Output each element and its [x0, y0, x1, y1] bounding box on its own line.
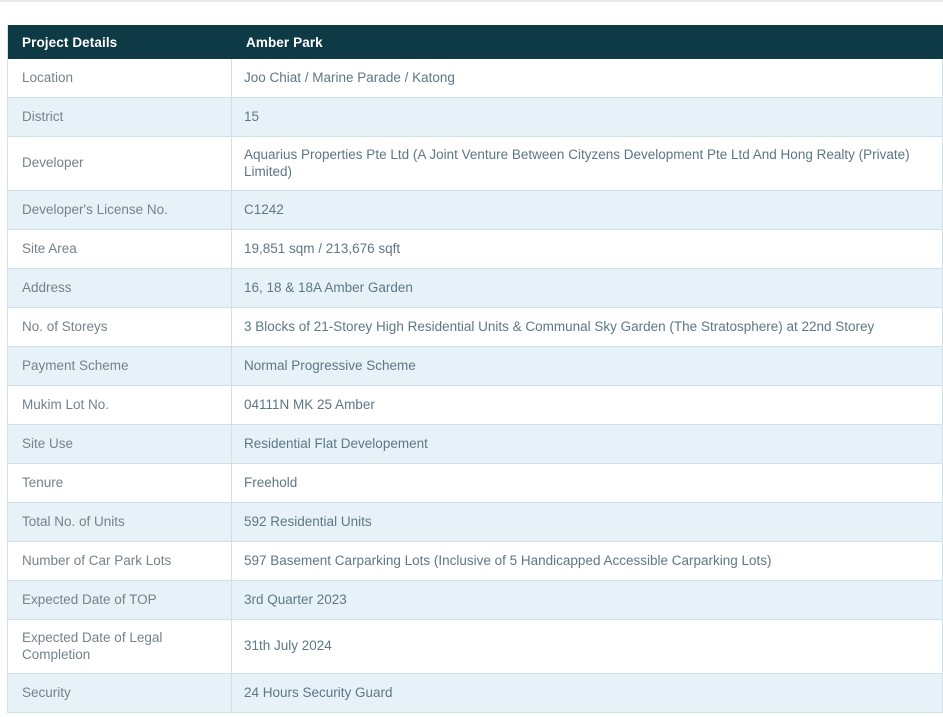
- row-label: Developer: [8, 137, 232, 190]
- row-label: Site Use: [8, 425, 232, 463]
- row-value: 31th July 2024: [232, 620, 942, 673]
- row-value: 3rd Quarter 2023: [232, 581, 942, 619]
- row-label: District: [8, 98, 232, 136]
- table-row: Site Area 19,851 sqm / 213,676 sqft: [8, 230, 943, 269]
- row-label: Expected Date of TOP: [8, 581, 232, 619]
- row-label: Total No. of Units: [8, 503, 232, 541]
- table-row: Security 24 Hours Security Guard: [8, 674, 943, 713]
- table-header-project-name: Amber Park: [232, 26, 943, 59]
- row-value: Freehold: [232, 464, 942, 502]
- table-header-row: Project Details Amber Park: [8, 25, 943, 59]
- table-row: Developer Aquarius Properties Pte Ltd (A…: [8, 137, 943, 191]
- row-value: 04111N MK 25 Amber: [232, 386, 942, 424]
- table-row: Address 16, 18 & 18A Amber Garden: [8, 269, 943, 308]
- row-value: Aquarius Properties Pte Ltd (A Joint Ven…: [232, 137, 942, 190]
- row-value: 592 Residential Units: [232, 503, 942, 541]
- table-row: Number of Car Park Lots 597 Basement Car…: [8, 542, 943, 581]
- table-row: Location Joo Chiat / Marine Parade / Kat…: [8, 59, 943, 98]
- row-value: 3 Blocks of 21-Storey High Residential U…: [232, 308, 942, 346]
- table-row: Developer's License No. C1242: [8, 191, 943, 230]
- row-value: 19,851 sqm / 213,676 sqft: [232, 230, 942, 268]
- row-value: 24 Hours Security Guard: [232, 674, 942, 712]
- row-value: Normal Progressive Scheme: [232, 347, 942, 385]
- row-value: C1242: [232, 191, 942, 229]
- table-row: Tenure Freehold: [8, 464, 943, 503]
- row-label: Number of Car Park Lots: [8, 542, 232, 580]
- row-value: 16, 18 & 18A Amber Garden: [232, 269, 942, 307]
- table-row: Site Use Residential Flat Developement: [8, 425, 943, 464]
- table-row: District 15: [8, 98, 943, 137]
- row-label: Address: [8, 269, 232, 307]
- row-label: Mukim Lot No.: [8, 386, 232, 424]
- table-row: Total No. of Units 592 Residential Units: [8, 503, 943, 542]
- table-row: Payment Scheme Normal Progressive Scheme: [8, 347, 943, 386]
- page-top-rule: [0, 0, 943, 2]
- row-label: Developer's License No.: [8, 191, 232, 229]
- row-label: Security: [8, 674, 232, 712]
- row-value: Residential Flat Developement: [232, 425, 942, 463]
- row-value: Joo Chiat / Marine Parade / Katong: [232, 59, 942, 97]
- row-label: Expected Date of Legal Completion: [8, 620, 232, 673]
- table-header-project-details: Project Details: [8, 26, 232, 59]
- row-label: No. of Storeys: [8, 308, 232, 346]
- table-body: Location Joo Chiat / Marine Parade / Kat…: [8, 59, 943, 713]
- row-label: Site Area: [8, 230, 232, 268]
- table-row: Expected Date of Legal Completion 31th J…: [8, 620, 943, 674]
- table-row: Expected Date of TOP 3rd Quarter 2023: [8, 581, 943, 620]
- row-label: Payment Scheme: [8, 347, 232, 385]
- row-label: Location: [8, 59, 232, 97]
- row-value: 15: [232, 98, 942, 136]
- project-details-table: Project Details Amber Park Location Joo …: [7, 25, 943, 713]
- row-value: 597 Basement Carparking Lots (Inclusive …: [232, 542, 942, 580]
- table-row: No. of Storeys 3 Blocks of 21-Storey Hig…: [8, 308, 943, 347]
- row-label: Tenure: [8, 464, 232, 502]
- table-row: Mukim Lot No. 04111N MK 25 Amber: [8, 386, 943, 425]
